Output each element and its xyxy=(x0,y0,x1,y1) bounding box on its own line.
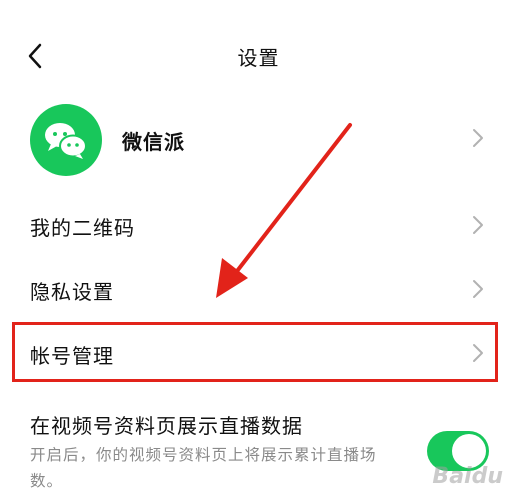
menu-item-label: 我的二维码 xyxy=(30,216,135,240)
page-title: 设置 xyxy=(237,46,280,70)
chevron-right-icon xyxy=(473,280,483,298)
header: 设置 xyxy=(0,30,517,82)
toggle-title: 在视频号资料页展示直播数据 xyxy=(30,414,303,438)
settings-screen: 设置 微信派 我的二维码 隐私设置 帐号管理 在视频号资料页展示直播数据 开启后… xyxy=(0,0,517,503)
menu-item-label: 隐私设置 xyxy=(30,280,114,304)
wechat-icon xyxy=(45,123,87,159)
profile-row[interactable]: 微信派 xyxy=(0,100,517,176)
switch-knob xyxy=(452,434,486,468)
menu-item-privacy[interactable]: 隐私设置 xyxy=(0,264,517,314)
watermark: Baidu xyxy=(432,464,503,489)
toggle-description: 开启后，你的视频号资料页上将展示累计直播场数。 xyxy=(30,446,377,490)
menu-item-qr-code[interactable]: 我的二维码 xyxy=(0,200,517,250)
highlight-box xyxy=(12,322,498,382)
chevron-right-icon xyxy=(473,129,483,147)
avatar xyxy=(30,104,102,176)
chevron-right-icon xyxy=(473,216,483,234)
profile-name: 微信派 xyxy=(122,130,185,154)
